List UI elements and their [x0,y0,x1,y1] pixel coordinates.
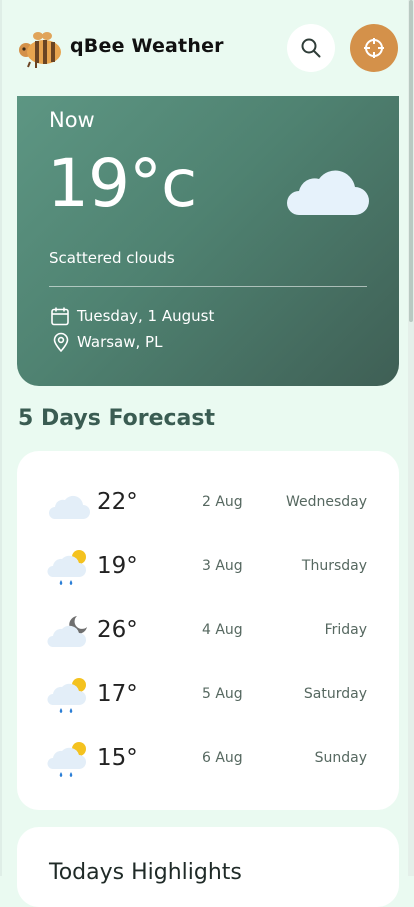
forecast-row[interactable]: 26° 4 Aug Friday [17,607,399,655]
current-weather-card: Now 19°c Scattered clouds Tuesday, 1 Aug… [17,96,399,386]
current-date: Tuesday, 1 August [77,307,215,325]
page-edge [0,0,2,876]
forecast-date: 6 Aug [202,750,243,766]
sun-cloud-rain-icon [47,550,86,585]
weather-description: Scattered clouds [49,249,175,267]
bee-icon [19,32,61,68]
forecast-temp: 15° [97,745,138,771]
forecast-date: 5 Aug [202,686,243,702]
forecast-date: 2 Aug [202,494,243,510]
forecast-date: 3 Aug [202,558,243,574]
forecast-day: Saturday [303,686,367,702]
search-icon [301,38,321,58]
forecast-row[interactable]: 17° 5 Aug Saturday [17,671,399,719]
cloud-icon [287,170,369,215]
current-temperature: 19°c [47,145,197,222]
forecast-temp: 22° [97,489,138,515]
crosshair-icon [364,38,384,58]
forecast-day: Friday [324,622,367,638]
forecast-title: 5 Days Forecast [18,406,216,431]
forecast-temp: 19° [97,553,138,579]
app-title: qBee Weather [70,35,224,57]
forecast-day: Thursday [301,558,367,574]
forecast-temp: 26° [97,617,138,643]
forecast-row[interactable]: 15° 6 Aug Sunday [17,735,399,783]
highlights-card: Todays Highlights [17,827,399,907]
scrollbar[interactable] [408,0,414,876]
forecast-temp: 17° [97,681,138,707]
current-location: Warsaw, PL [77,333,163,351]
cloud-icon [49,495,90,519]
forecast-row[interactable]: 19° 3 Aug Thursday [17,543,399,591]
highlights-title: Todays Highlights [49,860,242,885]
current-location-button[interactable] [350,24,398,72]
forecast-day: Sunday [314,750,367,766]
calendar-icon [51,307,69,326]
location-pin-icon [53,332,69,352]
now-label: Now [49,108,95,132]
moon-cloud-icon [47,616,87,647]
forecast-date: 4 Aug [202,622,243,638]
divider [49,286,367,287]
forecast-day: Wednesday [285,494,367,510]
forecast-row[interactable]: 22° 2 Aug Wednesday [17,479,399,527]
sun-cloud-rain-icon [47,678,86,713]
sun-cloud-rain-icon [47,742,86,777]
app-header: qBee Weather [0,0,414,96]
search-button[interactable] [287,24,335,72]
forecast-card: 22° 2 Aug Wednesday 19° 3 Aug Thursday 2… [17,451,399,810]
